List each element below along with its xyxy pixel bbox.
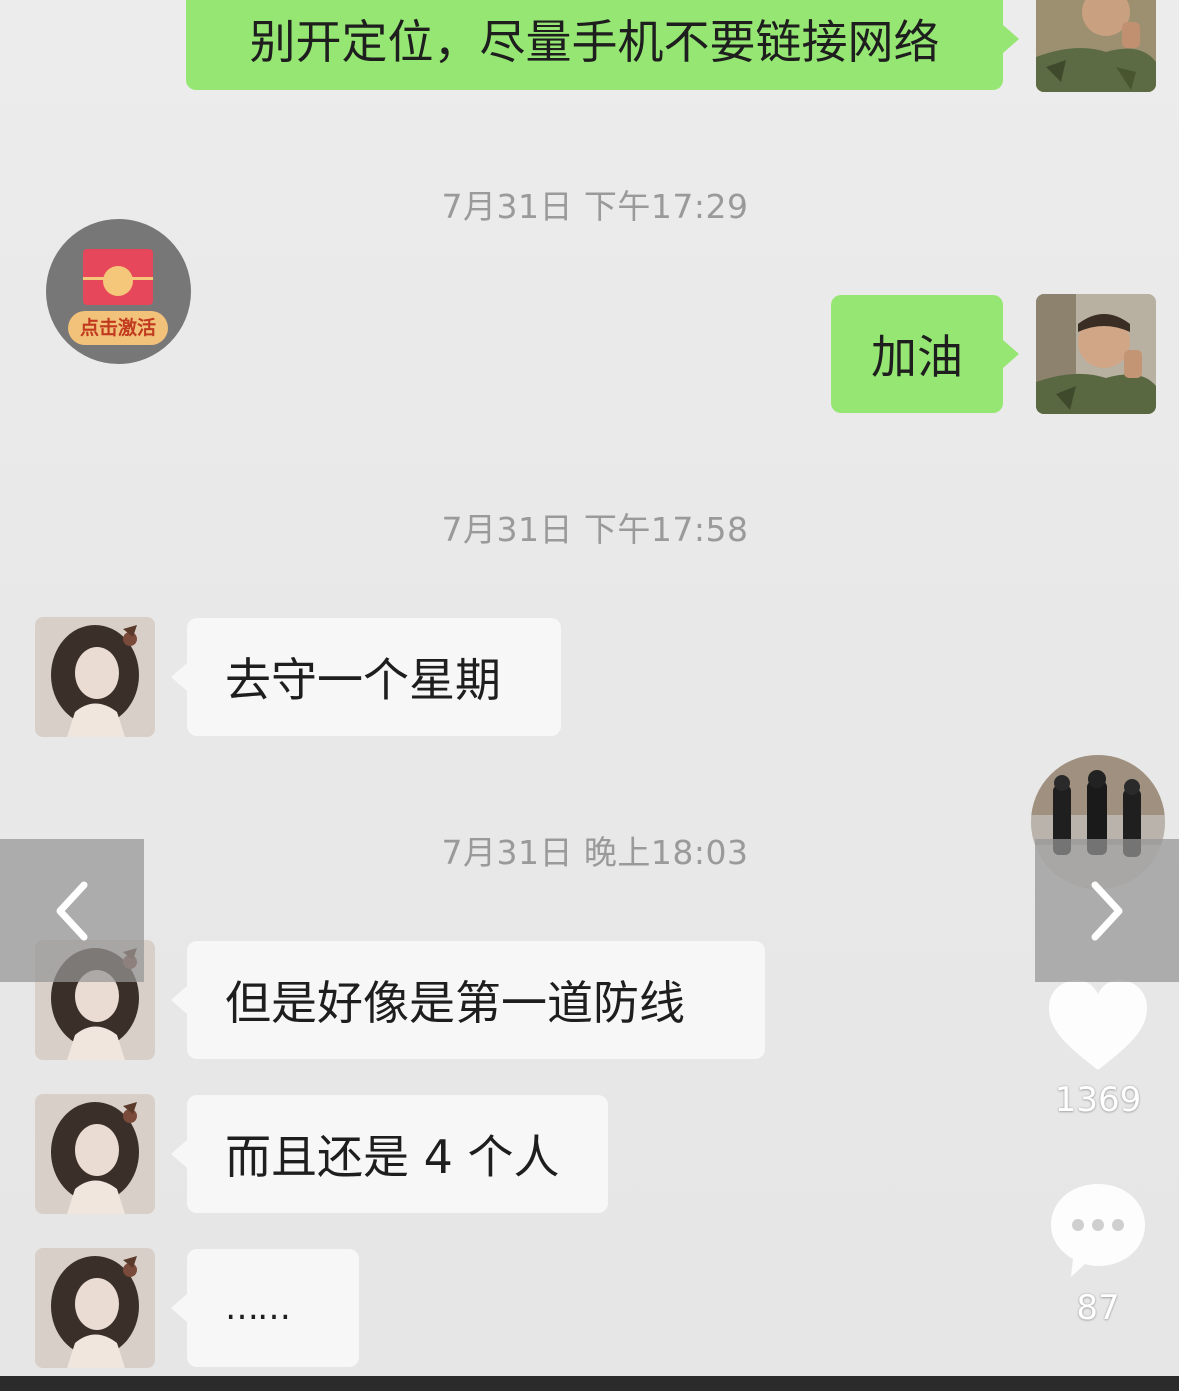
chevron-left-icon — [56, 881, 88, 940]
like-count: 1369 — [1054, 1080, 1142, 1120]
red-packet-activate-button[interactable]: 点击激活 — [46, 219, 191, 364]
comment-bubble-icon — [1051, 1184, 1145, 1277]
outgoing-message-text: 加油 — [871, 330, 963, 384]
next-image-button[interactable] — [1035, 839, 1179, 982]
message-timestamp: 7月31日 下午17:58 — [441, 510, 749, 549]
message-timestamp: 7月31日 晚上18:03 — [441, 833, 749, 872]
red-packet-label: 点击激活 — [68, 311, 168, 345]
sender-avatar[interactable] — [1036, 294, 1156, 414]
like-button[interactable] — [1047, 978, 1149, 1073]
contact-avatar[interactable] — [35, 1094, 155, 1214]
incoming-message-bubble: …… — [171, 1249, 359, 1367]
incoming-message-bubble: 去守一个星期 — [171, 618, 561, 736]
contact-avatar[interactable] — [35, 1248, 155, 1368]
incoming-message-text: 去守一个星期 — [225, 653, 501, 707]
incoming-message-bubble: 而且还是 4 个人 — [171, 1095, 608, 1213]
incoming-message-text: 但是好像是第一道防线 — [225, 976, 685, 1030]
incoming-message-text: 而且还是 4 个人 — [225, 1130, 560, 1184]
message-timestamp: 7月31日 下午17:29 — [441, 187, 749, 226]
comment-count: 87 — [1076, 1288, 1120, 1328]
comment-button[interactable] — [1049, 1180, 1147, 1280]
previous-image-button[interactable] — [0, 839, 144, 982]
contact-avatar[interactable] — [35, 617, 155, 737]
outgoing-message-text: 别开定位，尽量手机不要链接网络 — [249, 15, 940, 69]
heart-icon — [1049, 980, 1147, 1070]
bottom-bar — [0, 1376, 1179, 1391]
outgoing-message-bubble: 加油 — [831, 295, 1019, 413]
outgoing-message-bubble: 别开定位，尽量手机不要链接网络 — [186, 0, 1019, 90]
chat-screenshot: 别开定位，尽量手机不要链接网络 7月31日 下午17:29 点击激活 加油 7月… — [0, 0, 1179, 1391]
chevron-right-icon — [1091, 881, 1123, 940]
sender-avatar[interactable] — [1036, 0, 1156, 92]
incoming-message-bubble: 但是好像是第一道防线 — [171, 941, 765, 1059]
incoming-message-text: …… — [225, 1288, 291, 1328]
